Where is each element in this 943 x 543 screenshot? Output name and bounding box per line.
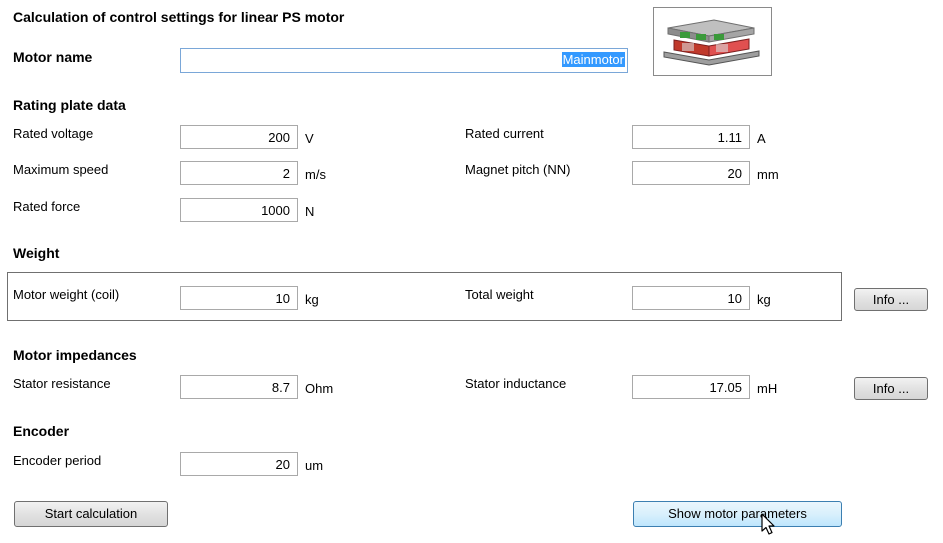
stator-resistance-unit: Ohm [305, 381, 334, 396]
rated-current-label: Rated current [465, 126, 544, 141]
rated-force-input[interactable]: 1000 [180, 198, 298, 222]
motor-image [653, 7, 772, 76]
weight-info-button[interactable]: Info ... [854, 288, 928, 311]
stator-inductance-label: Stator inductance [465, 376, 567, 391]
total-weight-label: Total weight [465, 287, 534, 302]
rated-current-input[interactable]: 1.11 [632, 125, 750, 149]
mouse-cursor-icon [761, 513, 775, 535]
stator-resistance-label: Stator resistance [13, 376, 111, 391]
linear-motor-icon [663, 19, 760, 66]
encoder-period-unit: um [305, 458, 324, 473]
total-weight-input[interactable]: 10 [632, 286, 750, 310]
magnet-pitch-label: Magnet pitch (NN) [465, 162, 571, 177]
show-motor-parameters-button[interactable]: Show motor parameters [633, 501, 842, 527]
rating-plate-heading: Rating plate data [13, 97, 126, 113]
page-title: Calculation of control settings for line… [13, 9, 345, 25]
impedances-info-button[interactable]: Info ... [854, 377, 928, 400]
encoder-heading: Encoder [13, 423, 70, 439]
rated-voltage-label: Rated voltage [13, 126, 94, 141]
magnet-pitch-unit: mm [757, 167, 779, 182]
stator-inductance-unit: mH [757, 381, 778, 396]
max-speed-label: Maximum speed [13, 162, 109, 177]
total-weight-unit: kg [757, 292, 771, 307]
motor-weight-unit: kg [305, 292, 319, 307]
rated-force-label: Rated force [13, 199, 81, 214]
encoder-period-label: Encoder period [13, 453, 102, 468]
motor-weight-label: Motor weight (coil) [13, 287, 120, 302]
rated-voltage-unit: V [305, 131, 314, 146]
stator-resistance-input[interactable]: 8.7 [180, 375, 298, 399]
rated-voltage-input[interactable]: 200 [180, 125, 298, 149]
max-speed-input[interactable]: 2 [180, 161, 298, 185]
weight-heading: Weight [13, 245, 60, 261]
max-speed-unit: m/s [305, 167, 326, 182]
start-calculation-button[interactable]: Start calculation [14, 501, 168, 527]
rated-force-unit: N [305, 204, 315, 219]
magnet-pitch-input[interactable]: 20 [632, 161, 750, 185]
motor-name-label: Motor name [13, 49, 93, 65]
impedances-heading: Motor impedances [13, 347, 137, 363]
motor-name-input[interactable]: Mainmotor [180, 48, 628, 73]
encoder-period-input[interactable]: 20 [180, 452, 298, 476]
motor-name-value: Mainmotor [561, 52, 625, 67]
motor-weight-input[interactable]: 10 [180, 286, 298, 310]
stator-inductance-input[interactable]: 17.05 [632, 375, 750, 399]
rated-current-unit: A [757, 131, 766, 146]
